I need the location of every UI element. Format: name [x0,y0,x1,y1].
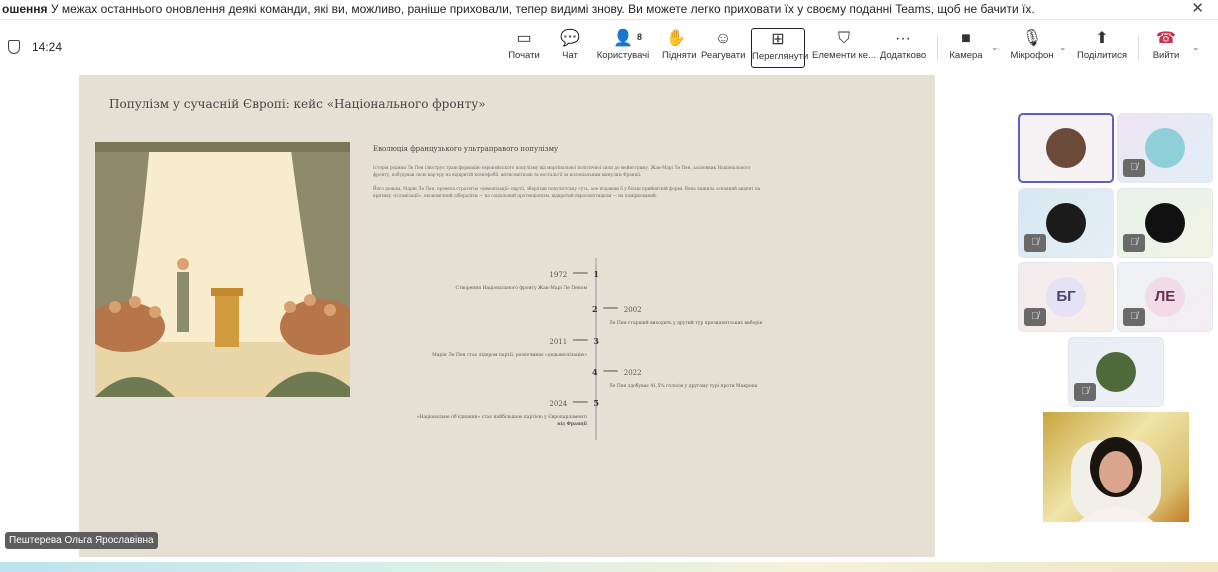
toolbar-label: Елементи ке... [812,50,876,61]
windows-taskbar [0,562,1218,572]
timeline-desc: від Франції [557,422,587,427]
meeting-timer: 14:24 [32,40,63,54]
timeline-item: 1972 — 1 Створення Національного фронту … [339,262,599,291]
participant-tile[interactable]: ЛЕ 🎙̸ [1117,262,1213,332]
participant-avatar [1046,203,1086,243]
toolbar-react-button[interactable]: ☺ Реагувати [701,28,745,68]
toolbar-camera-button[interactable]: ■ Камера [947,28,985,68]
shield-icon [8,40,20,54]
participant-tile[interactable]: 🎙̸ [1018,188,1114,258]
share-icon: ⬆ [1095,30,1109,47]
muted-mic-icon: 🎙̸ [1123,308,1145,326]
timeline-year: 2024 [549,400,568,408]
more-icon: ··· [895,30,911,47]
leave-options-chevron-icon[interactable]: ⌄ [1192,42,1200,53]
slide-paragraph: Його донька, Марін Ле Пен, провела страт… [373,186,761,198]
participant-tile[interactable]: 🎙̸ [1117,188,1213,258]
participant-count-badge: 8 [636,32,642,42]
toolbar-label: Почати [508,50,540,61]
toolbar-label: Реагувати [701,50,746,61]
muted-mic-icon: 🎙̸ [1024,234,1046,252]
timeline-desc: «Національне об'єднання» стає найбільшою… [416,415,587,420]
timeline-number: 2 [592,304,598,314]
speaker-video[interactable] [1043,412,1189,522]
timeline-desc: Ле Пен здобуває 41,5% голосів у другому … [609,384,758,389]
timeline-desc: Створення Національного фронту Жан-Марі … [455,286,587,291]
toolbar-chat-button[interactable]: 💬 Чат [557,28,583,68]
toolbar-hang-up-button[interactable]: ☎ Вийти [1147,28,1185,68]
toolbar-share-button[interactable]: ⬆ Поділитися [1075,28,1129,68]
toolbar-view-button[interactable]: ⊞ Переглянути [751,28,809,68]
participant-tile[interactable]: 🎙̸ [1117,113,1213,183]
camera-icon: ■ [961,30,971,47]
camera-options-chevron-icon[interactable]: ⌄ [991,42,999,53]
toolbar-divider [1138,36,1139,60]
participant-tile[interactable] [1018,113,1114,183]
participant-avatar [1145,128,1185,168]
toolbar-label: Підняти [662,50,697,61]
hang-up-icon: ☎ [1156,30,1176,47]
slide-title: Популізм у сучасній Європі: кейс «Націон… [109,97,486,111]
slide-subtitle: Еволюція французького ультраправого попу… [373,145,559,153]
timeline-year: 2022 [623,369,642,377]
toolbar-microphone-button[interactable]: 🎙 Мікрофон [1008,28,1056,68]
timeline-item: 2 — 2002 Ле Пен-старший виходить у други… [592,297,852,326]
toolbar-label: Користувачі [596,50,650,61]
timeline-year: 2002 [623,306,642,314]
muted-mic-icon: 🎙̸ [1074,383,1096,401]
speaker-illustration [95,142,350,397]
timeline-item: 2011 — 3 Марін Ле Пен стає лідером парті… [339,329,599,358]
slide-paragraph: Історія родини Ле Пен ілюструє трансформ… [373,165,751,177]
toolbar-more-button[interactable]: ··· Додатково [878,28,928,68]
toolbar-label: Додатково [879,50,927,61]
toolbar-divider [937,36,938,60]
microphone-options-chevron-icon[interactable]: ⌄ [1059,42,1067,53]
muted-mic-icon: 🎙̸ [1123,159,1145,177]
timeline-number: 5 [593,398,599,408]
timeline-number: 1 [593,269,599,279]
raise-hand-icon: ✋ [666,30,686,47]
participant-avatar [1096,352,1136,392]
toolbar-label: Камера [949,50,983,61]
toolbar-label: Поділитися [1077,50,1127,61]
timeline-number: 4 [592,367,598,377]
participant-avatar [1145,203,1185,243]
toolbar-label: Вийти [1152,50,1180,61]
muted-mic-icon: 🎙̸ [1123,234,1145,252]
meeting-toolbar: 14:24 ▭ Почати 💬 Чат 👤 8 Користувачі ✋ Підняти ☺ Р… [0,22,1218,72]
react-icon: ☺ [714,30,732,47]
microphone-icon: 🎙 [1021,30,1043,47]
toolbar-label: Переглянути [752,51,809,62]
timeline-year: 2011 [549,338,568,346]
timeline-desc: Марін Ле Пен стає лідером партії, розпоч… [432,353,587,358]
timeline-year: 1972 [549,271,568,279]
toolbar-raise-hand-button[interactable]: ✋ Підняти [662,28,697,68]
banner-prefix: ошення [2,2,48,16]
close-banner-button[interactable]: ✕ [1191,0,1204,18]
shared-slide: Популізм у сучасній Європі: кейс «Націон… [79,75,935,557]
timeline-item: 4 — 2022 Ле Пен здобуває 41,5% голосів у… [592,360,852,389]
toolbar-shield-settings-button[interactable]: ⛉ Елементи ке... [811,28,877,68]
toolbar-share-screen-button[interactable]: ▭ Почати [507,28,541,68]
toolbar-people-button[interactable]: 👤 8 Користувачі [596,28,650,68]
participant-avatar: ЛЕ [1145,277,1185,317]
speaker-name-badge: Пештерева Ольга Ярославівна [5,532,158,549]
toolbar-label: Мікрофон [1010,50,1054,61]
shield-settings-icon: ⛉ [837,30,850,47]
timeline-number: 3 [593,336,599,346]
share-screen-icon: ▭ [516,30,532,47]
muted-mic-icon: 🎙̸ [1024,308,1046,326]
participant-avatar: БГ [1046,277,1086,317]
participant-tile[interactable]: БГ 🎙̸ [1018,262,1114,332]
participant-avatar [1046,128,1086,168]
chat-icon: 💬 [560,30,580,47]
toolbar-label: Чат [562,50,578,61]
timeline-item: 2024 — 5 «Національне об'єднання» стає н… [339,391,599,427]
participant-tile[interactable]: 🎙̸ [1068,337,1164,407]
notification-banner: ошення У межах останнього оновлення деяк… [0,0,1218,20]
timeline-desc: Ле Пен-старший виходить у другий тур пре… [609,321,763,326]
banner-text: У межах останнього оновлення деякі коман… [50,2,1035,16]
view-icon: ⊞ [771,31,785,48]
